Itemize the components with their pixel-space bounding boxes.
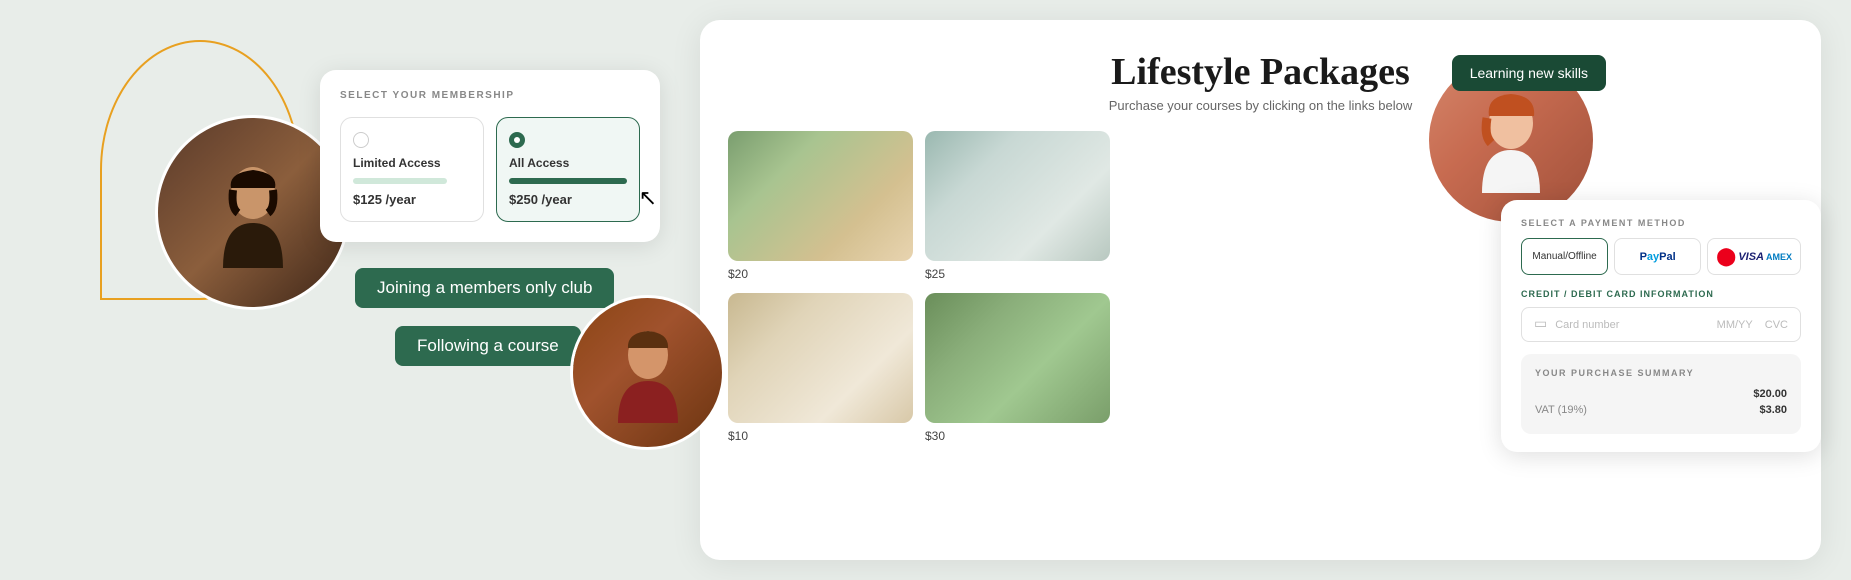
payment-methods: Manual/Offline PayPal ⬤ VISA AMEX: [1521, 238, 1801, 275]
card-icon: ▭: [1534, 316, 1547, 333]
membership-card-title: SELECT YOUR MEMBERSHIP: [340, 90, 640, 101]
membership-card: SELECT YOUR MEMBERSHIP Limited Access $1…: [320, 70, 660, 242]
option-limited-price: $125 /year: [353, 192, 471, 207]
card-expiry-cvc: MM/YY CVC: [1717, 319, 1788, 331]
option-limited-bar: [353, 178, 447, 184]
card-input-row[interactable]: ▭ Card number MM/YY CVC: [1521, 307, 1801, 342]
pay-method-manual[interactable]: Manual/Offline: [1521, 238, 1608, 275]
payment-panel-title: SELECT A PAYMENT METHOD: [1521, 218, 1801, 228]
course-item-2[interactable]: $25: [925, 131, 1110, 281]
option-all-price: $250 /year: [509, 192, 627, 207]
option-all-name: All Access: [509, 156, 627, 170]
summary-row-vat: VAT (19%) $3.80: [1535, 404, 1787, 416]
pay-method-card[interactable]: ⬤ VISA AMEX: [1707, 238, 1801, 275]
paypal-logo: PayPal: [1640, 251, 1676, 263]
course-item-1[interactable]: $20: [728, 131, 913, 281]
course-img-3: [728, 293, 913, 423]
purchase-summary: YOUR PURCHASE SUMMARY $20.00 VAT (19%) $…: [1521, 354, 1801, 434]
visa-icon: VISA: [1738, 251, 1764, 263]
card-number-placeholder: Card number: [1555, 319, 1708, 331]
cursor-icon: ↖: [639, 185, 657, 211]
course-item-3[interactable]: $10: [728, 293, 913, 443]
course-item-4[interactable]: $30: [925, 293, 1110, 443]
course-img-2: [925, 131, 1110, 261]
option-limited-name: Limited Access: [353, 156, 471, 170]
main-panel-title: Lifestyle Packages: [728, 50, 1793, 94]
course-img-1: [728, 131, 913, 261]
summary-vat-value: $3.80: [1759, 404, 1787, 416]
course-price-2: $25: [925, 265, 1110, 281]
option-limited[interactable]: Limited Access $125 /year: [340, 117, 484, 222]
course-price-3: $10: [728, 427, 913, 443]
tag-following[interactable]: Following a course: [395, 326, 581, 366]
card-icons: ⬤ VISA AMEX: [1716, 246, 1792, 267]
course-price-4: $30: [925, 427, 1110, 443]
summary-row-price: $20.00: [1535, 388, 1787, 400]
tag-joining[interactable]: Joining a members only club: [355, 268, 614, 308]
course-price-1: $20: [728, 265, 913, 281]
summary-item-value: $20.00: [1753, 388, 1787, 400]
tag-learning[interactable]: Learning new skills: [1452, 55, 1606, 91]
main-panel-subtitle: Purchase your courses by clicking on the…: [728, 98, 1793, 113]
course-img-4: [925, 293, 1110, 423]
radio-limited[interactable]: [353, 132, 369, 148]
amex-icon: AMEX: [1766, 252, 1792, 262]
payment-panel: SELECT A PAYMENT METHOD Manual/Offline P…: [1501, 200, 1821, 452]
card-info-label: Credit / Debit Card Information: [1521, 289, 1801, 299]
membership-options: Limited Access $125 /year All Access $25…: [340, 117, 640, 222]
option-all-access[interactable]: All Access $250 /year ↖: [496, 117, 640, 222]
summary-title: YOUR PURCHASE SUMMARY: [1535, 368, 1787, 378]
radio-all-access[interactable]: [509, 132, 525, 148]
option-all-bar: [509, 178, 627, 184]
courses-grid: $20 $25 $10 $30: [728, 131, 1108, 443]
mastercard-icon: ⬤: [1716, 246, 1736, 267]
summary-vat-label: VAT (19%): [1535, 404, 1587, 416]
avatar-man: [570, 295, 725, 450]
pay-method-paypal[interactable]: PayPal: [1614, 238, 1701, 275]
